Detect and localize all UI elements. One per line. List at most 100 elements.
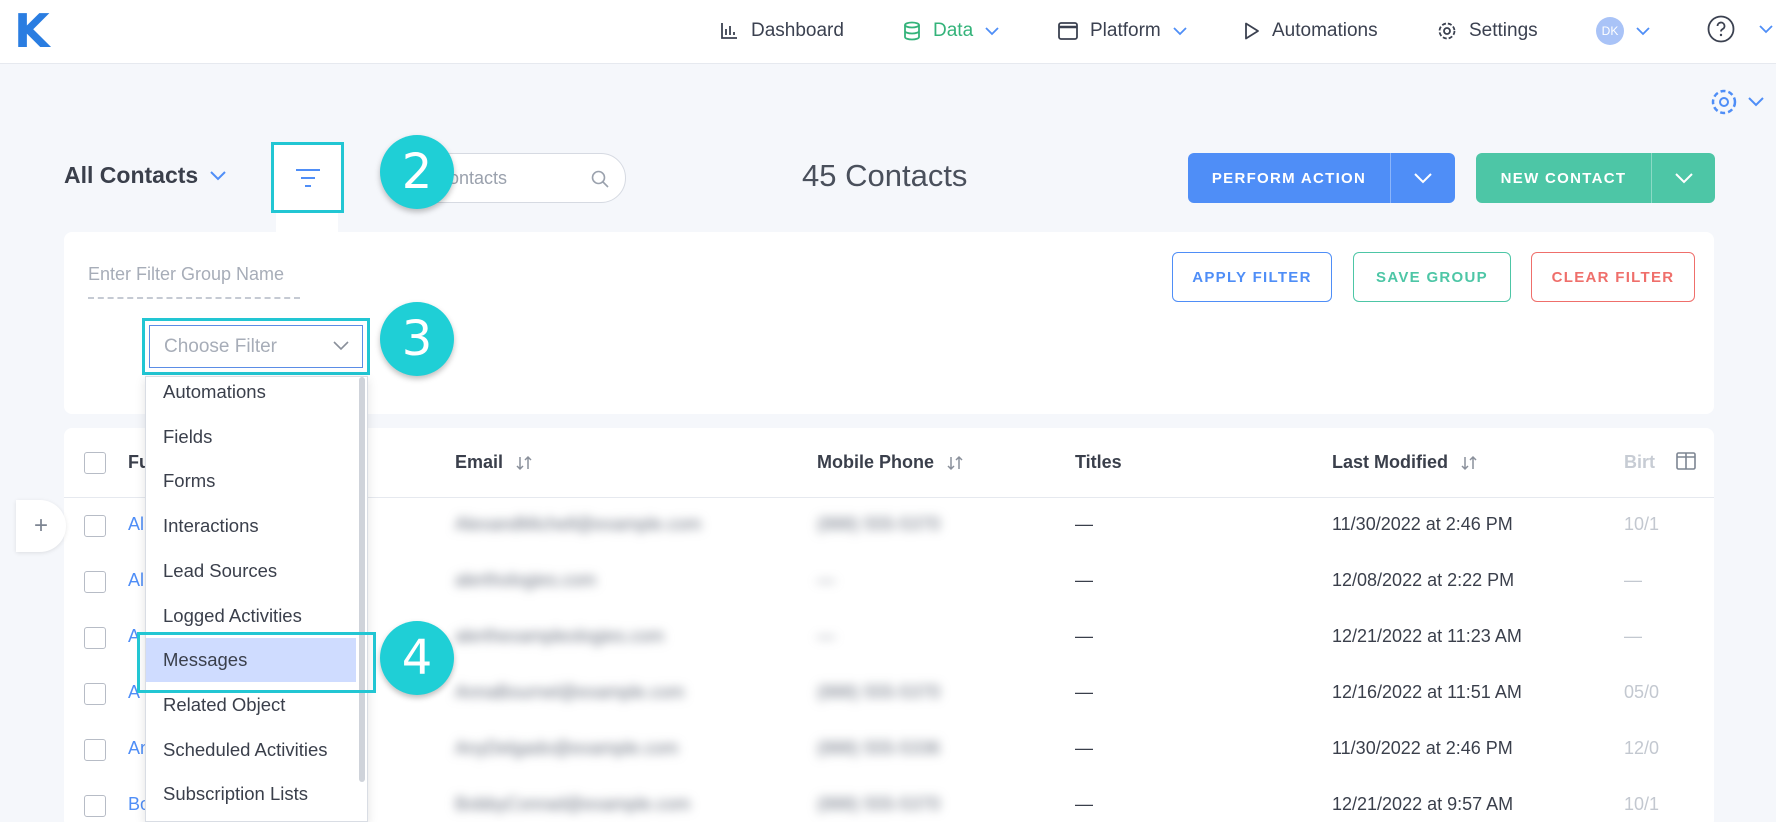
user-menu[interactable]: DK xyxy=(1596,16,1650,46)
row-checkbox[interactable] xyxy=(84,627,106,649)
row-checkbox[interactable] xyxy=(84,571,106,593)
apply-filter-button[interactable]: APPLY FILTER xyxy=(1172,252,1332,302)
contact-titles: — xyxy=(1075,794,1093,814)
chevron-down-icon xyxy=(985,26,999,35)
contact-email[interactable]: AnyDelgado@example.com xyxy=(455,738,678,759)
nav-data[interactable]: Data xyxy=(903,16,999,46)
contact-birthday: 05/0 xyxy=(1624,682,1660,702)
nav-settings-label: Settings xyxy=(1469,20,1538,41)
view-selector[interactable]: All Contacts xyxy=(64,162,226,189)
filter-option-fields[interactable]: Fields xyxy=(146,415,356,459)
new-contact-dropdown[interactable] xyxy=(1651,153,1715,203)
database-icon xyxy=(904,21,920,41)
nav-platform-label: Platform xyxy=(1090,20,1161,41)
contact-email[interactable]: AlexandMichell@example.com xyxy=(455,514,701,535)
nav-automations-label: Automations xyxy=(1272,20,1378,41)
contact-phone: — xyxy=(817,570,835,590)
new-contact-button[interactable]: NEW CONTACT xyxy=(1476,153,1715,203)
contact-titles: — xyxy=(1075,738,1093,758)
dropdown-scrollbar[interactable] xyxy=(359,377,365,782)
filter-option-automations[interactable]: Automations xyxy=(146,370,356,414)
col-mobile-label: Mobile Phone xyxy=(817,452,934,472)
contact-name-link[interactable]: Al xyxy=(128,570,144,591)
filter-option-forms[interactable]: Forms xyxy=(146,459,356,503)
nav-dashboard[interactable]: Dashboard xyxy=(719,16,844,46)
chevron-down-icon xyxy=(1636,26,1650,35)
contact-titles: — xyxy=(1075,626,1093,646)
select-all-checkbox[interactable] xyxy=(84,452,106,474)
col-modified-label: Last Modified xyxy=(1332,452,1448,472)
contact-last-modified: 12/08/2022 at 2:22 PM xyxy=(1332,570,1515,590)
contact-last-modified: 11/30/2022 at 2:46 PM xyxy=(1332,514,1513,534)
add-row-button[interactable]: + xyxy=(16,500,66,552)
contact-birthday: 10/1 xyxy=(1624,794,1660,814)
contact-titles: — xyxy=(1075,514,1093,534)
contact-name-link[interactable]: Al xyxy=(128,514,144,535)
contact-last-modified: 11/30/2022 at 2:46 PM xyxy=(1332,738,1513,758)
sort-icon xyxy=(947,455,963,470)
page-settings-button[interactable] xyxy=(1710,88,1764,116)
nav-platform[interactable]: Platform xyxy=(1058,16,1187,46)
sort-icon xyxy=(1461,455,1477,470)
contact-email[interactable]: AnnaBournel@example.com xyxy=(455,682,684,703)
step-marker-3: 3 xyxy=(380,302,454,376)
nav-data-label: Data xyxy=(933,20,974,41)
search-icon xyxy=(591,170,609,188)
filter-icon xyxy=(295,168,320,187)
contact-email[interactable]: alerthologies.com xyxy=(455,570,596,591)
row-checkbox[interactable] xyxy=(84,795,106,817)
avatar: DK xyxy=(1596,17,1624,45)
filter-option-interactions[interactable]: Interactions xyxy=(146,504,356,548)
contact-last-modified: 12/21/2022 at 11:23 AM xyxy=(1332,626,1522,646)
filter-option-scheduled-activities[interactable]: Scheduled Activities xyxy=(146,728,356,772)
sort-icon xyxy=(516,455,532,470)
contacts-count: 45 Contacts xyxy=(802,158,968,193)
gear-icon xyxy=(1711,89,1737,115)
save-group-button[interactable]: SAVE GROUP xyxy=(1353,252,1511,302)
nav-settings[interactable]: Settings xyxy=(1437,16,1538,46)
chevron-down-icon xyxy=(210,170,226,180)
choose-filter-placeholder: Choose Filter xyxy=(149,325,363,368)
filter-option-logged-activities[interactable]: Logged Activities xyxy=(146,594,356,638)
filter-option-lead-sources[interactable]: Lead Sources xyxy=(146,549,356,593)
col-birthday-header[interactable]: Birt xyxy=(1624,452,1655,473)
app-logo[interactable]: K xyxy=(14,6,50,56)
help-button[interactable] xyxy=(1707,14,1773,44)
nav-automations[interactable]: Automations xyxy=(1244,16,1378,46)
contact-birthday: 12/0 xyxy=(1624,738,1660,758)
col-mobile-header[interactable]: Mobile Phone xyxy=(817,452,964,473)
contact-phone: (888) 555-5370 xyxy=(817,682,941,702)
col-email-header[interactable]: Email xyxy=(455,452,533,473)
clear-filter-button[interactable]: CLEAR FILTER xyxy=(1531,252,1695,302)
messages-option-highlight xyxy=(137,632,376,693)
help-icon xyxy=(1707,15,1735,43)
contact-last-modified: 12/21/2022 at 9:57 AM xyxy=(1332,794,1514,814)
row-checkbox[interactable] xyxy=(84,739,106,761)
play-icon xyxy=(1245,22,1259,40)
view-selector-label: All Contacts xyxy=(64,162,199,188)
contact-last-modified: 12/16/2022 at 11:51 AM xyxy=(1332,682,1522,702)
contact-email[interactable]: alerthexampleologies.com xyxy=(455,626,664,647)
contact-titles: — xyxy=(1075,570,1093,590)
chevron-down-icon xyxy=(1759,24,1773,33)
row-checkbox[interactable] xyxy=(84,683,106,705)
contact-titles: — xyxy=(1075,682,1093,702)
perform-action-button[interactable]: PERFORM ACTION xyxy=(1188,153,1455,203)
new-contact-label[interactable]: NEW CONTACT xyxy=(1476,153,1651,203)
filter-group-name-input[interactable]: Enter Filter Group Name xyxy=(88,264,300,299)
perform-action-dropdown[interactable] xyxy=(1390,153,1455,203)
row-checkbox[interactable] xyxy=(84,515,106,537)
contact-phone: (888) 555-5370 xyxy=(817,514,941,534)
filter-option-subscription-lists[interactable]: Subscription Lists xyxy=(146,772,356,816)
window-icon xyxy=(1058,22,1078,40)
filter-options-dropdown: Automations Fields Forms Interactions Lead S… xyxy=(145,376,368,822)
filter-button[interactable] xyxy=(271,142,344,213)
perform-action-label[interactable]: PERFORM ACTION xyxy=(1188,153,1390,203)
choose-filter-select[interactable]: Choose Filter xyxy=(142,318,370,375)
col-modified-header[interactable]: Last Modified xyxy=(1332,452,1478,473)
contact-birthday: 10/1 xyxy=(1624,514,1660,534)
contact-email[interactable]: BobbyConrad@example.com xyxy=(455,794,690,815)
step-marker-2: 2 xyxy=(380,135,454,209)
col-titles-header[interactable]: Titles xyxy=(1075,452,1122,473)
columns-icon[interactable] xyxy=(1676,452,1696,470)
